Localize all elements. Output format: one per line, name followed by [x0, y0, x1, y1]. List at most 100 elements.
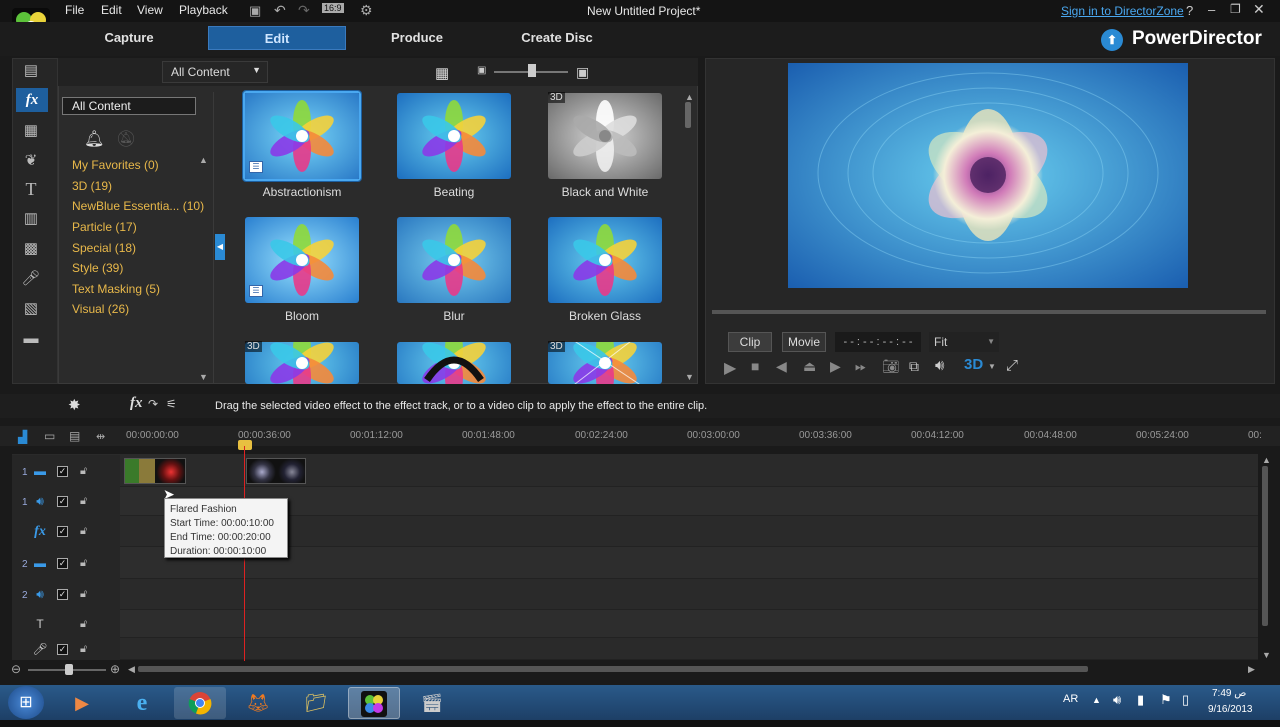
effect-thumbnail[interactable] [548, 342, 662, 384]
effect-thumbnail[interactable] [397, 93, 511, 179]
taskbar-explorer-icon[interactable]: 📁︎ [290, 687, 342, 719]
track-row[interactable] [12, 638, 1258, 660]
minimize-icon[interactable]: – [1208, 2, 1215, 17]
collapse-panel-handle[interactable]: ◀ [215, 234, 225, 260]
help-icon[interactable]: ? [1186, 3, 1193, 18]
effect-thumbnail[interactable] [548, 217, 662, 303]
category-item[interactable]: NewBlue Essentia... (10) [72, 199, 204, 213]
keyframe-icon[interactable]: ↷ [148, 397, 158, 411]
split-icon[interactable]: ⏏ [803, 358, 816, 375]
tray-time[interactable]: 7:49 ص [1212, 688, 1246, 699]
content-filter-select[interactable]: All Content ▼ [162, 61, 268, 83]
track-enable-checkbox[interactable]: ✓ [57, 589, 68, 600]
subtitle-room-icon[interactable]: ▬ [20, 330, 42, 348]
effect-thumbnail[interactable] [397, 342, 511, 384]
timeline-scroll-left-icon[interactable]: ◀ [128, 664, 135, 675]
close-icon[interactable]: ✕ [1253, 1, 1265, 18]
timeline-scroll-right-icon[interactable]: ▶ [1248, 664, 1255, 675]
undo-icon[interactable]: ↶ [274, 2, 286, 19]
aspect-ratio-button[interactable]: 16:9 [322, 3, 344, 13]
play-icon[interactable]: ▶ [724, 358, 736, 378]
category-item[interactable]: My Favorites (0) [72, 158, 159, 172]
effect-tool-icon[interactable]: fx [130, 395, 143, 412]
playhead-marker[interactable] [238, 440, 252, 450]
category-item[interactable]: Style (39) [72, 261, 123, 275]
large-thumb-icon[interactable]: ▣ [576, 64, 589, 81]
tray-battery-icon[interactable]: ▯ [1182, 692, 1189, 708]
tab-produce[interactable]: Produce [380, 26, 454, 50]
timeline-view-icon[interactable]: ▟ [18, 430, 27, 444]
track-row[interactable] [12, 579, 1258, 610]
video-clip[interactable] [124, 458, 186, 484]
taskbar-ie-icon[interactable]: e [116, 687, 168, 719]
effect-thumbnail[interactable] [548, 93, 662, 179]
track-enable-checkbox[interactable]: ✓ [57, 496, 68, 507]
track-enable-checkbox[interactable]: ✓ [57, 558, 68, 569]
voice-over-room-icon[interactable]: 🎤︎ [20, 270, 42, 288]
track-enable-checkbox[interactable]: ✓ [57, 466, 68, 477]
fit-timeline-icon[interactable]: ⇹ [96, 430, 105, 443]
tray-date[interactable]: 9/16/2013 [1208, 704, 1253, 715]
settings-gear-icon[interactable]: ⚙ [360, 2, 373, 19]
category-item[interactable]: Text Masking (5) [72, 282, 160, 296]
undock-preview-icon[interactable]: ⧉ [909, 358, 919, 375]
remove-favorite-icon[interactable]: 🔕︎ [116, 129, 136, 149]
category-scroll-up-icon[interactable]: ▲ [199, 155, 208, 165]
category-item[interactable]: Particle (17) [72, 220, 137, 234]
taskbar-powerdirector-icon[interactable] [348, 687, 400, 719]
menu-view[interactable]: View [137, 3, 163, 17]
grid-view-icon[interactable]: ▦ [435, 64, 449, 82]
track-lock-icon[interactable]: 🔓︎ [80, 495, 87, 508]
slider-handle[interactable] [528, 64, 536, 77]
timeline-scroll-up-icon[interactable]: ▲ [1262, 455, 1271, 465]
effect-thumbnail[interactable] [245, 342, 359, 384]
tray-flag-icon[interactable]: ⚑ [1160, 692, 1172, 708]
save-icon[interactable]: ▣ [249, 3, 261, 19]
fx-room-icon[interactable]: fx [16, 88, 48, 112]
fullscreen-icon[interactable]: ⤢ [1006, 357, 1018, 374]
preview-seek-bar[interactable] [712, 310, 1266, 314]
previous-frame-icon[interactable]: ◀ [776, 358, 787, 375]
tray-expand-icon[interactable]: ▲ [1092, 695, 1101, 705]
audio-mixing-room-icon[interactable]: ▩ [20, 240, 42, 258]
redo-icon[interactable]: ↷ [298, 2, 310, 19]
track-lock-icon[interactable]: 🔓︎ [80, 557, 87, 570]
transition-room-icon[interactable]: ▥ [20, 210, 42, 228]
tab-capture[interactable]: Capture [90, 26, 168, 50]
taskbar-app-icon[interactable]: 🎬︎ [406, 687, 458, 719]
sign-in-link[interactable]: Sign in to DirectorZone [1061, 4, 1184, 18]
track-lock-icon[interactable]: 🔓︎ [80, 643, 87, 656]
track-row[interactable] [12, 455, 1258, 487]
track-lock-icon[interactable]: 🔓︎ [80, 588, 87, 601]
upgrade-icon[interactable]: ⬆ [1101, 29, 1123, 51]
track-row[interactable] [12, 610, 1258, 638]
menu-file[interactable]: File [65, 3, 84, 17]
track-manager-icon[interactable]: ▤ [69, 429, 80, 443]
3d-mode-button[interactable]: 3D [964, 356, 983, 373]
chevron-down-icon[interactable]: ▼ [988, 362, 996, 371]
tray-volume-icon[interactable]: 🔊︎ [1113, 692, 1121, 708]
tray-network-icon[interactable]: ▮ [1137, 692, 1144, 708]
volume-icon[interactable]: 🔊︎ [935, 357, 944, 374]
particle-room-icon[interactable]: ❦ [20, 152, 42, 170]
video-clip[interactable] [246, 458, 306, 484]
effect-thumbnail[interactable] [397, 217, 511, 303]
timeline-scroll-down-icon[interactable]: ▼ [1262, 650, 1271, 660]
zoom-in-icon[interactable]: ⊕ [110, 662, 120, 676]
grid-scroll-down-icon[interactable]: ▼ [685, 372, 694, 382]
timecode-display[interactable]: - - : - - : - - : - - [835, 332, 921, 352]
small-thumb-icon[interactable]: ▣ [477, 65, 486, 76]
stop-icon[interactable]: ■ [751, 358, 759, 374]
taskbar-firefox-icon[interactable]: 🦊︎ [232, 687, 284, 719]
track-enable-checkbox[interactable]: ✓ [57, 526, 68, 537]
taskbar-media-player-icon[interactable]: ▶ [56, 687, 108, 719]
menu-edit[interactable]: Edit [101, 3, 122, 17]
zoom-out-icon[interactable]: ⊖ [11, 662, 21, 676]
chapter-room-icon[interactable]: ▧ [20, 300, 42, 318]
magic-tool-icon[interactable]: ✸ [68, 396, 81, 414]
restore-icon[interactable]: ❐ [1230, 2, 1241, 16]
language-indicator[interactable]: AR [1063, 693, 1078, 705]
menu-playback[interactable]: Playback [179, 3, 228, 17]
start-button[interactable]: ⊞ [8, 686, 44, 719]
track-lock-icon[interactable]: 🔓︎ [80, 525, 87, 538]
